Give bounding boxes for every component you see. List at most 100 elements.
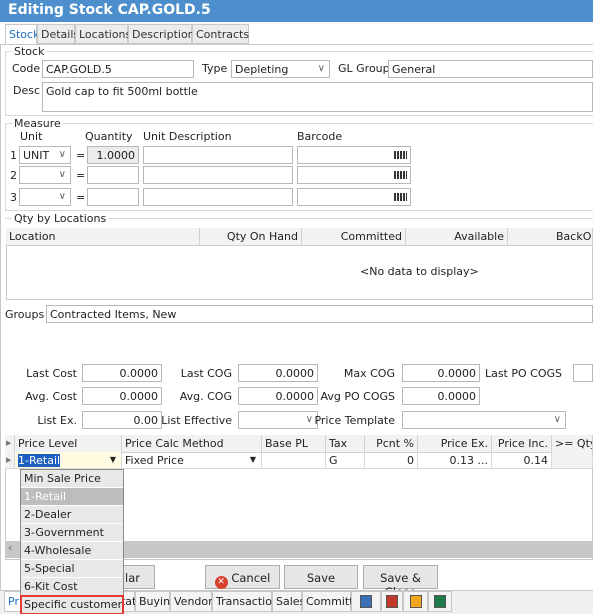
gl-group-input[interactable]: General (388, 60, 593, 78)
price-template-label: Price Template (314, 414, 395, 427)
cell-min-qty[interactable] (552, 452, 593, 469)
tab-transactions[interactable]: Transactions (212, 591, 285, 612)
col-base-pl[interactable]: Base PL (262, 435, 326, 453)
barcode-icon[interactable] (394, 151, 407, 159)
scroll-left-icon[interactable]: ‹ (8, 541, 12, 554)
col-price-ex[interactable]: Price Ex. (418, 435, 492, 453)
barcode-icon[interactable] (394, 171, 407, 179)
tab-copy-icon[interactable] (403, 591, 428, 612)
col-qty-on-hand[interactable]: Qty On Hand (200, 228, 302, 246)
tab-details[interactable]: Details (37, 24, 79, 44)
col-tax[interactable]: Tax (326, 435, 365, 453)
price-level-dropdown: Min Sale Price 1-Retail 2-Dealer 3-Governme… (20, 469, 124, 614)
code-input[interactable]: CAP.GOLD.5 (42, 60, 194, 78)
cell-tax-value: G (329, 454, 338, 467)
unit-header: Unit (20, 130, 43, 143)
save-button[interactable]: Save (284, 565, 358, 589)
dropdown-item[interactable]: 3-Government (21, 524, 123, 542)
tab-buying[interactable]: Buying (135, 591, 177, 612)
type-label: Type (202, 62, 228, 75)
dropdown-item[interactable]: 5-Special (21, 560, 123, 578)
dropdown-item[interactable]: 4-Wholesale (21, 542, 123, 560)
last-po-cogs-label: Last PO COGS (484, 367, 562, 380)
list-effective-select[interactable] (238, 411, 318, 429)
tab-committed[interactable]: Committed (302, 591, 367, 612)
unit-select[interactable] (19, 188, 71, 206)
unit-description-input[interactable] (143, 166, 293, 184)
equals-sign: = (76, 149, 86, 162)
last-cost-input[interactable]: 0.0000 (82, 364, 162, 382)
unit-select[interactable] (19, 166, 71, 184)
cancel-button[interactable]: ✕ Cancel (205, 565, 280, 589)
desc-textarea[interactable]: Gold cap to fit 500ml bottle (42, 82, 593, 112)
cell-price-calc-method-value: Fixed Price (125, 454, 184, 467)
tab-locations[interactable]: Locations (75, 24, 131, 44)
dropdown-item[interactable]: Specific customer... (20, 595, 124, 614)
copy-icon (409, 595, 422, 608)
cancel-label: Cancel (231, 571, 271, 585)
tab-report-icon[interactable] (351, 591, 381, 612)
last-po-cogs-input[interactable] (573, 364, 593, 382)
max-cog-input[interactable]: 0.0000 (402, 364, 480, 382)
col-available[interactable]: Available (406, 228, 508, 246)
avg-cost-label: Avg. Cost (25, 390, 77, 403)
quantity-input[interactable]: 1.0000 (87, 146, 139, 164)
col-price-level[interactable]: Price Level (15, 435, 122, 453)
last-cog-input[interactable]: 0.0000 (238, 364, 318, 382)
measure-row-number: 3 (10, 191, 17, 204)
measure-row-number: 2 (10, 169, 17, 182)
barcode-input[interactable] (297, 188, 411, 206)
cell-pcnt[interactable]: 0 (365, 452, 418, 469)
unit-description-input[interactable] (143, 146, 293, 164)
cell-price-ex[interactable]: 0.13 ... (418, 452, 492, 469)
tab-sales[interactable]: Sales (272, 591, 305, 612)
cell-price-inc[interactable]: 0.14 (492, 452, 552, 469)
tab-gift-icon[interactable] (428, 591, 452, 612)
dropdown-item[interactable]: 2-Dealer (21, 506, 123, 524)
col-min-qty[interactable]: >= Qty (552, 435, 593, 453)
tab-contracts[interactable]: Contracts (192, 24, 249, 44)
col-location[interactable]: Location (6, 228, 200, 246)
quantity-input[interactable] (87, 166, 139, 184)
cell-base-pl[interactable] (262, 452, 326, 469)
col-pcnt[interactable]: Pcnt % (365, 435, 418, 453)
avg-cost-input[interactable]: 0.0000 (82, 387, 162, 405)
row-indicator-icon: ▶ (5, 452, 15, 469)
save-close-button[interactable]: Save & Close (363, 565, 438, 599)
quantity-input[interactable] (87, 188, 139, 206)
dropdown-arrow-icon[interactable]: ▼ (250, 455, 256, 464)
window-title: Editing Stock CAP.GOLD.5 (0, 0, 593, 22)
dropdown-item[interactable]: 1-Retail (21, 488, 123, 506)
unit-value: UNIT (23, 149, 50, 162)
cell-price-calc-method[interactable]: Fixed Price ▼ (122, 452, 262, 469)
tab-vendors[interactable]: Vendors (170, 591, 218, 612)
tab-stock[interactable]: Stock (5, 24, 39, 44)
groups-input[interactable]: Contracted Items, New (46, 305, 593, 323)
unit-select[interactable]: UNIT (19, 146, 71, 164)
barcode-icon[interactable] (394, 193, 407, 201)
col-committed[interactable]: Committed (302, 228, 406, 246)
price-template-select[interactable] (402, 411, 566, 429)
dropdown-item[interactable]: Min Sale Price (21, 470, 123, 488)
tab-descriptions[interactable]: Descriptions (128, 24, 200, 44)
qty-locations-label: Qty by Locations (12, 212, 109, 225)
col-backorder[interactable]: BackOr (508, 228, 593, 246)
dropdown-item[interactable]: 6-Kit Cost (21, 578, 123, 596)
list-ex-input[interactable]: 0.00 (82, 411, 162, 429)
list-ex-label: List Ex. (37, 414, 77, 427)
tab-book-icon[interactable] (381, 591, 403, 612)
col-price-calc-method[interactable]: Price Calc Method (122, 435, 262, 453)
dropdown-arrow-icon[interactable]: ▼ (110, 455, 116, 464)
last-cost-label: Last Cost (26, 367, 77, 380)
avg-cog-input[interactable]: 0.0000 (238, 387, 318, 405)
cell-tax[interactable]: G (326, 452, 365, 469)
no-data-message: <No data to display> (360, 265, 479, 278)
avg-po-cogs-input[interactable]: 0.0000 (402, 387, 480, 405)
cell-price-ex-value: 0.13 ... (449, 454, 488, 467)
barcode-input[interactable] (297, 166, 411, 184)
type-select[interactable]: Depleting (231, 60, 330, 78)
unit-description-input[interactable] (143, 188, 293, 206)
cell-price-level[interactable]: 1-Retail ▼ (15, 452, 122, 469)
barcode-input[interactable] (297, 146, 411, 164)
col-price-inc[interactable]: Price Inc. (492, 435, 552, 453)
